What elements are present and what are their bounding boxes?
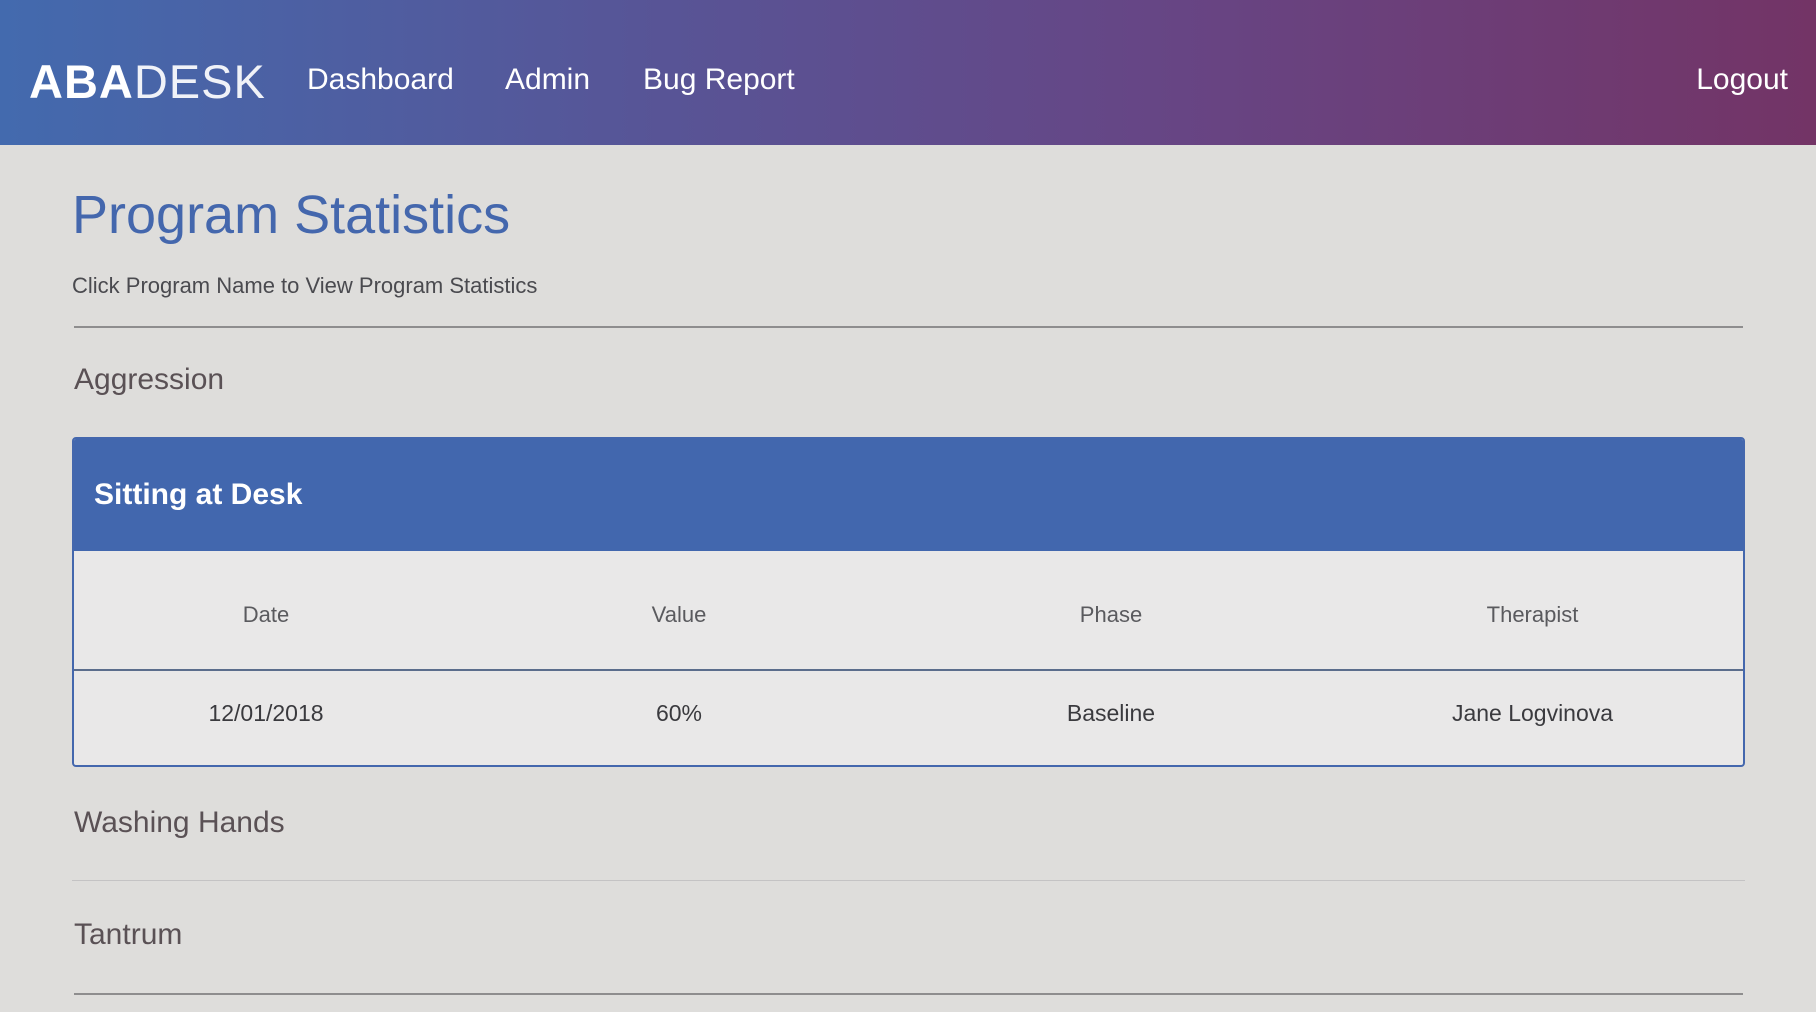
page-subtitle: Click Program Name to View Program Stati… xyxy=(72,273,538,298)
table-header-row: Date Value Phase Therapist xyxy=(74,551,1743,671)
cell-therapist: Jane Logvinova xyxy=(1451,699,1614,726)
page-title: Program Statistics xyxy=(72,185,511,245)
program-divider xyxy=(72,880,1745,881)
program-stats-panel: Sitting at Desk Date Value Phase Therapi… xyxy=(72,437,1745,767)
cell-value: 60% xyxy=(655,699,703,726)
cell-phase: Baseline xyxy=(1066,699,1156,726)
panel-header[interactable]: Sitting at Desk xyxy=(74,439,1743,551)
brand-logo-bold: ABA xyxy=(29,55,134,108)
header-divider xyxy=(74,326,1743,328)
top-navbar: ABADESK Dashboard Admin Bug Report Logou… xyxy=(0,0,1816,145)
column-header-date: Date xyxy=(74,551,458,671)
nav-admin-link[interactable]: Admin xyxy=(505,58,590,102)
nav-bug-report-link[interactable]: Bug Report xyxy=(643,58,795,102)
nav-dashboard-link[interactable]: Dashboard xyxy=(307,58,454,102)
program-link-washing-hands[interactable]: Washing Hands xyxy=(74,801,285,845)
column-header-therapist: Therapist xyxy=(1322,551,1743,671)
cell-date: 12/01/2018 xyxy=(208,699,324,726)
column-header-phase: Phase xyxy=(900,551,1322,671)
program-divider-bottom xyxy=(74,993,1743,995)
stats-table: Date Value Phase Therapist 12/01/2018 60… xyxy=(74,551,1743,756)
column-header-value: Value xyxy=(458,551,900,671)
logout-link[interactable]: Logout xyxy=(1696,58,1788,102)
panel-title: Sitting at Desk xyxy=(94,478,303,511)
table-row: 12/01/2018 60% Baseline Jane Logvinova xyxy=(74,670,1743,756)
program-link-tantrum[interactable]: Tantrum xyxy=(74,913,182,957)
brand-logo-light: DESK xyxy=(133,55,266,108)
program-link-aggression[interactable]: Aggression xyxy=(74,358,224,402)
brand-logo[interactable]: ABADESK xyxy=(29,52,266,112)
